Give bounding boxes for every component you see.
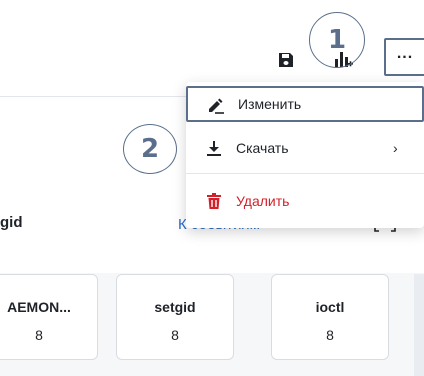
stat-card[interactable]: ioctl 8: [271, 274, 389, 360]
callout-1: 1: [309, 12, 365, 68]
stat-card[interactable]: AEMON... 8: [0, 274, 98, 360]
card-value: 8: [326, 327, 334, 343]
card-name: AEMON...: [7, 299, 71, 315]
panel-title: gid: [0, 214, 23, 231]
menu-item-delete[interactable]: Удалить: [186, 183, 424, 219]
menu-item-download[interactable]: Скачать ›: [186, 130, 424, 166]
download-icon: [204, 139, 224, 157]
menu-item-label: Скачать: [236, 140, 289, 156]
actions-menu: Изменить Скачать › Удалить: [186, 82, 424, 228]
more-label: ...: [396, 45, 414, 62]
card-value: 8: [171, 327, 179, 343]
pencil-icon: [206, 97, 226, 115]
save-icon: [279, 53, 293, 67]
chevron-right-icon: ›: [393, 140, 398, 156]
trash-icon: [204, 192, 224, 210]
menu-divider: [186, 173, 424, 174]
card-value: 8: [35, 327, 43, 343]
stat-card[interactable]: setgid 8: [116, 274, 234, 360]
card-name: setgid: [154, 299, 196, 315]
scrollbar[interactable]: [414, 274, 424, 376]
card-name: ioctl: [315, 299, 345, 315]
save-button[interactable]: [274, 48, 298, 72]
menu-item-label: Удалить: [236, 193, 290, 209]
menu-item-edit[interactable]: Изменить: [186, 86, 424, 122]
menu-item-label: Изменить: [238, 96, 302, 112]
more-options-button[interactable]: ...: [384, 38, 424, 76]
callout-2: 2: [123, 124, 177, 174]
